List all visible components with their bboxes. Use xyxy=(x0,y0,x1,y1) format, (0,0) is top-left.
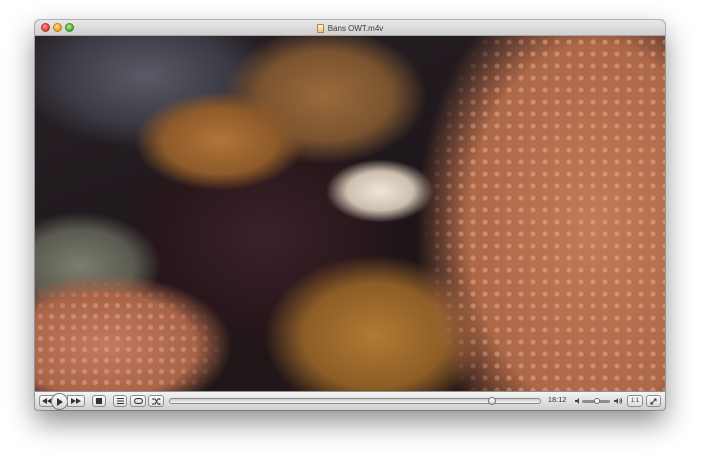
shuffle-button[interactable] xyxy=(148,395,164,407)
playlist-button[interactable] xyxy=(113,395,127,407)
seek-bar[interactable] xyxy=(169,398,541,404)
title-container: Bans OWT.m4v xyxy=(35,20,665,36)
fullscreen-button[interactable] xyxy=(646,395,661,407)
stop-icon xyxy=(96,398,102,404)
play-icon xyxy=(57,397,63,406)
document-icon xyxy=(316,23,324,33)
video-frame[interactable] xyxy=(35,36,665,391)
video-texture-secondary xyxy=(35,36,665,391)
speaker-low-icon xyxy=(575,398,579,404)
play-button[interactable] xyxy=(51,393,68,410)
aspect-ratio-button[interactable]: 1:1 xyxy=(627,395,643,407)
window-title: Bans OWT.m4v xyxy=(327,23,384,33)
seek-knob[interactable] xyxy=(487,397,496,405)
aspect-ratio-label: 1:1 xyxy=(630,398,640,404)
fast-forward-icon xyxy=(71,398,81,404)
fast-forward-button[interactable] xyxy=(67,395,85,407)
title-bar[interactable]: Bans OWT.m4v xyxy=(35,20,665,36)
control-bar: 18:12 1:1 xyxy=(35,391,665,410)
loop-button[interactable] xyxy=(130,395,146,407)
elapsed-time: 18:12 xyxy=(548,397,567,404)
loop-icon xyxy=(133,398,143,404)
speaker-high-icon xyxy=(614,397,623,405)
volume-knob[interactable] xyxy=(594,398,601,404)
stop-button[interactable] xyxy=(92,395,106,407)
shuffle-icon xyxy=(151,397,161,405)
playlist-icon xyxy=(116,398,124,404)
fullscreen-icon xyxy=(650,398,657,404)
player-window: Bans OWT.m4v 18:12 1:1 xyxy=(35,20,665,410)
